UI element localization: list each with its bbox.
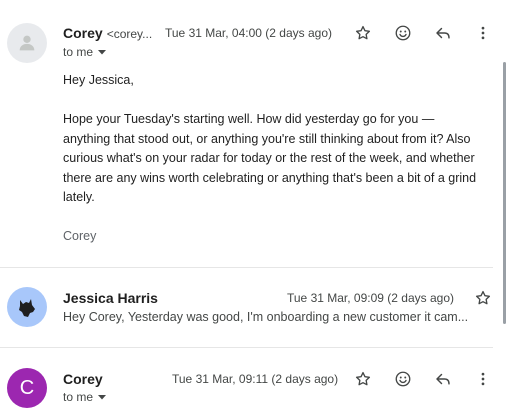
recipients-label: to me <box>63 45 94 59</box>
emoji-reaction-button[interactable] <box>391 367 415 391</box>
star-button[interactable] <box>351 367 375 391</box>
star-icon <box>475 290 491 305</box>
signature: Corey <box>63 229 97 243</box>
wolf-avatar-icon <box>19 299 35 317</box>
greeting-line: Hey Jessica, <box>63 73 134 87</box>
avatar-corey: C <box>7 368 47 408</box>
body-line: lately. <box>63 190 95 204</box>
more-vert-icon <box>481 372 485 386</box>
sender-email: <corey... <box>106 27 153 41</box>
emoji-icon <box>395 371 411 387</box>
message-date[interactable]: Tue 31 Mar, 04:00 (2 days ago) <box>165 26 332 40</box>
star-button[interactable] <box>351 21 375 45</box>
person-icon <box>19 35 35 51</box>
sender-name[interactable]: Corey <box>63 25 103 41</box>
emoji-reaction-button[interactable] <box>391 21 415 45</box>
reply-button[interactable] <box>431 367 455 391</box>
message-body-paragraph: Hope your Tuesday's starting well. How d… <box>63 110 498 208</box>
sender-name[interactable]: Jessica Harris <box>63 290 158 306</box>
star-icon <box>355 25 371 40</box>
message-header: Corey <corey... <box>63 25 152 41</box>
chevron-down-icon <box>98 395 107 400</box>
emoji-icon <box>395 25 411 41</box>
reply-icon <box>436 27 450 39</box>
body-line: anything that stood out, or anything you… <box>63 131 471 146</box>
avatar-jessica <box>7 287 47 327</box>
body-line: Hope your Tuesday's starting well. How d… <box>63 112 435 126</box>
more-vert-icon <box>481 26 485 40</box>
body-line: curious what's on your radar for today o… <box>63 151 475 165</box>
avatar-letter: C <box>19 376 35 399</box>
more-options-button[interactable] <box>471 367 495 391</box>
reply-icon <box>436 373 450 385</box>
message-date[interactable]: Tue 31 Mar, 09:11 (2 days ago) <box>172 372 338 386</box>
message-date[interactable]: Tue 31 Mar, 09:09 (2 days ago) <box>287 291 454 305</box>
chevron-down-icon <box>98 50 107 55</box>
star-button[interactable] <box>471 286 495 310</box>
recipients-toggle[interactable]: to me <box>63 45 107 59</box>
message-divider <box>0 347 493 348</box>
star-icon <box>355 371 371 386</box>
message-snippet[interactable]: Hey Corey, Yesterday was good, I'm onboa… <box>63 310 491 324</box>
message-divider <box>0 267 493 268</box>
sender-name[interactable]: Corey <box>63 371 103 387</box>
body-line: there are any wins worth celebrating or … <box>63 170 477 185</box>
reply-button[interactable] <box>431 21 455 45</box>
more-options-button[interactable] <box>471 21 495 45</box>
avatar-default <box>7 23 47 63</box>
